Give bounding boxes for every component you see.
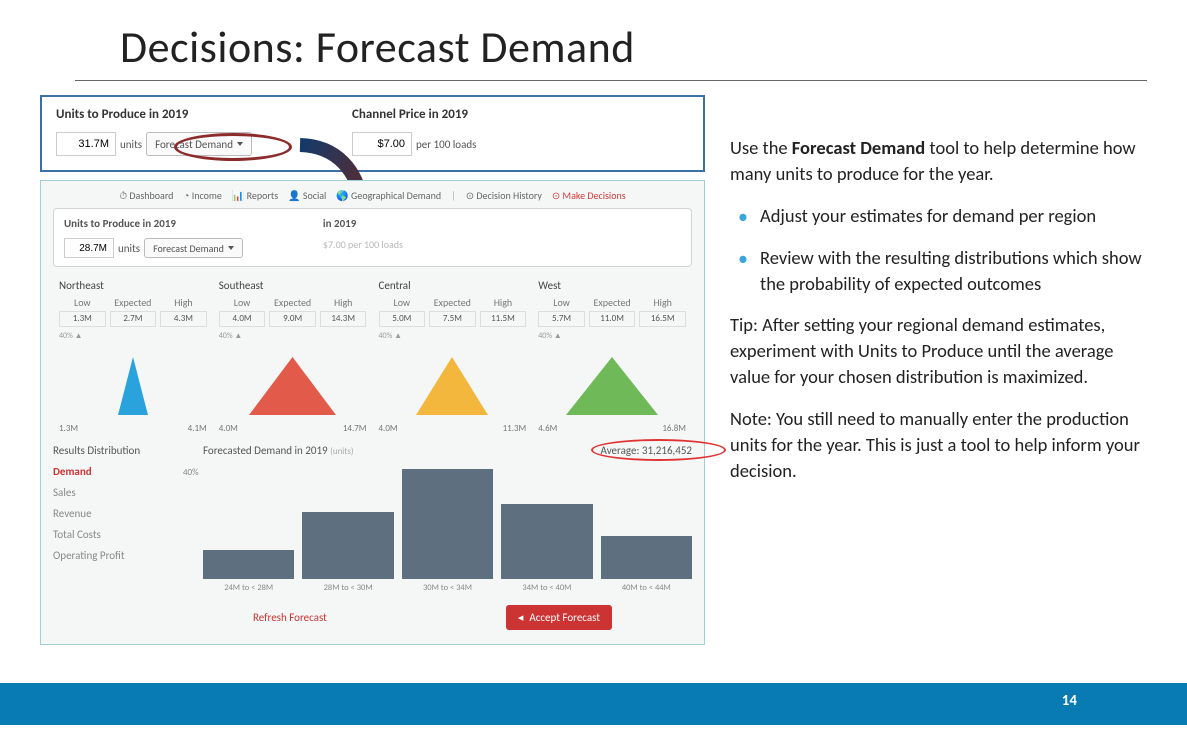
inner-units-heading: Units to Produce in 2019	[64, 217, 243, 230]
inner-units-price-panel: Units to Produce in 2019 units Forecast …	[53, 208, 692, 267]
page-title: Decisions: Forecast Demand	[120, 20, 1147, 74]
price-suffix: per 100 loads	[416, 138, 476, 151]
nav-social[interactable]: 👤 Social	[288, 189, 326, 202]
bar	[402, 469, 493, 579]
arrow-left-icon: ◂	[518, 611, 524, 624]
bar	[203, 550, 294, 579]
inner-forecast-demand-button[interactable]: Forecast Demand	[144, 238, 243, 258]
region-west: West LowExpectedHigh 5.7M11.0M16.5M 40% …	[532, 279, 692, 434]
average-value: Average: 31,216,452	[601, 444, 692, 457]
nav-history[interactable]: ⊙ Decision History	[466, 189, 542, 202]
forecast-demand-label: Forecast Demand	[155, 138, 233, 151]
inner-price-heading-faded: in 2019	[323, 217, 403, 230]
forecasted-demand-sub: (units)	[330, 446, 354, 457]
units-heading: Units to Produce in 2019	[56, 107, 252, 122]
nav-bar: ⏱ Dashboard ◔ Income 📊 Reports 👤 Social …	[53, 189, 692, 202]
nav-reports[interactable]: 📊 Reports	[232, 189, 278, 202]
screenshot-mock: Units to Produce in 2019 units Forecast …	[40, 95, 705, 645]
forecasted-demand-title: Forecasted Demand in 2019	[203, 444, 328, 457]
footer-bar	[0, 683, 1187, 725]
nav-dashboard[interactable]: ⏱ Dashboard	[119, 189, 173, 202]
units-input[interactable]	[56, 132, 116, 156]
forecast-tool-panel: ⏱ Dashboard ◔ Income 📊 Reports 👤 Social …	[40, 180, 705, 645]
bar	[601, 536, 692, 579]
results-item-total-costs[interactable]: Total Costs	[53, 528, 183, 541]
bullet-adjust: Adjust your estimates for demand per reg…	[760, 203, 1147, 229]
results-item-revenue[interactable]: Revenue	[53, 507, 183, 520]
accept-forecast-button[interactable]: ◂ Accept Forecast	[506, 605, 612, 630]
forecast-demand-button[interactable]: Forecast Demand	[146, 132, 252, 156]
bar	[302, 512, 393, 579]
nav-income[interactable]: ◔ Income	[183, 189, 221, 202]
results-item-demand[interactable]: Demand	[53, 465, 183, 478]
inner-units-input[interactable]	[64, 238, 114, 258]
distribution-bar-labels: 24M to < 28M28M to < 30M30M to < 34M34M …	[203, 583, 692, 593]
region-southeast: Southeast LowExpectedHigh 4.0M9.0M14.3M …	[213, 279, 373, 434]
results-item-operating-profit[interactable]: Operating Profit	[53, 549, 183, 562]
units-suffix: units	[120, 138, 142, 151]
inner-price-faded: $7.00 per 100 loads	[323, 238, 403, 251]
nav-make-decisions[interactable]: ⊙ Make Decisions	[552, 189, 626, 202]
title-underline	[75, 80, 1147, 81]
price-heading: Channel Price in 2019	[352, 107, 476, 122]
units-price-panel: Units to Produce in 2019 units Forecast …	[40, 95, 705, 172]
instruction-text: Use the Forecast Demand tool to help det…	[730, 95, 1147, 645]
chevron-down-icon	[237, 142, 243, 146]
nav-geo[interactable]: 🌎 Geographical Demand	[336, 189, 441, 202]
refresh-forecast-button[interactable]: Refresh Forecast	[253, 611, 327, 624]
inner-units-suffix: units	[118, 242, 140, 255]
chevron-down-icon	[228, 246, 234, 250]
note-paragraph: Note: You still need to manually enter t…	[730, 406, 1147, 484]
tip-paragraph: Tip: After setting your regional demand …	[730, 312, 1147, 390]
distribution-bars: 40%	[203, 469, 692, 579]
region-central: Central LowExpectedHigh 5.0M7.5M11.5M 40…	[373, 279, 533, 434]
results-distribution-list: Results Distribution Demand Sales Revenue T…	[53, 444, 183, 593]
bullet-review: Review with the resulting distributions …	[760, 245, 1147, 297]
region-northeast: Northeast LowExpectedHigh 1.3M2.7M4.3M 4…	[53, 279, 213, 434]
results-distribution-title: Results Distribution	[53, 444, 183, 457]
page-number: 14	[1062, 692, 1077, 710]
price-input[interactable]	[352, 132, 412, 156]
results-item-sales[interactable]: Sales	[53, 486, 183, 499]
bar	[501, 504, 592, 579]
regions-row: Northeast LowExpectedHigh 1.3M2.7M4.3M 4…	[53, 279, 692, 434]
